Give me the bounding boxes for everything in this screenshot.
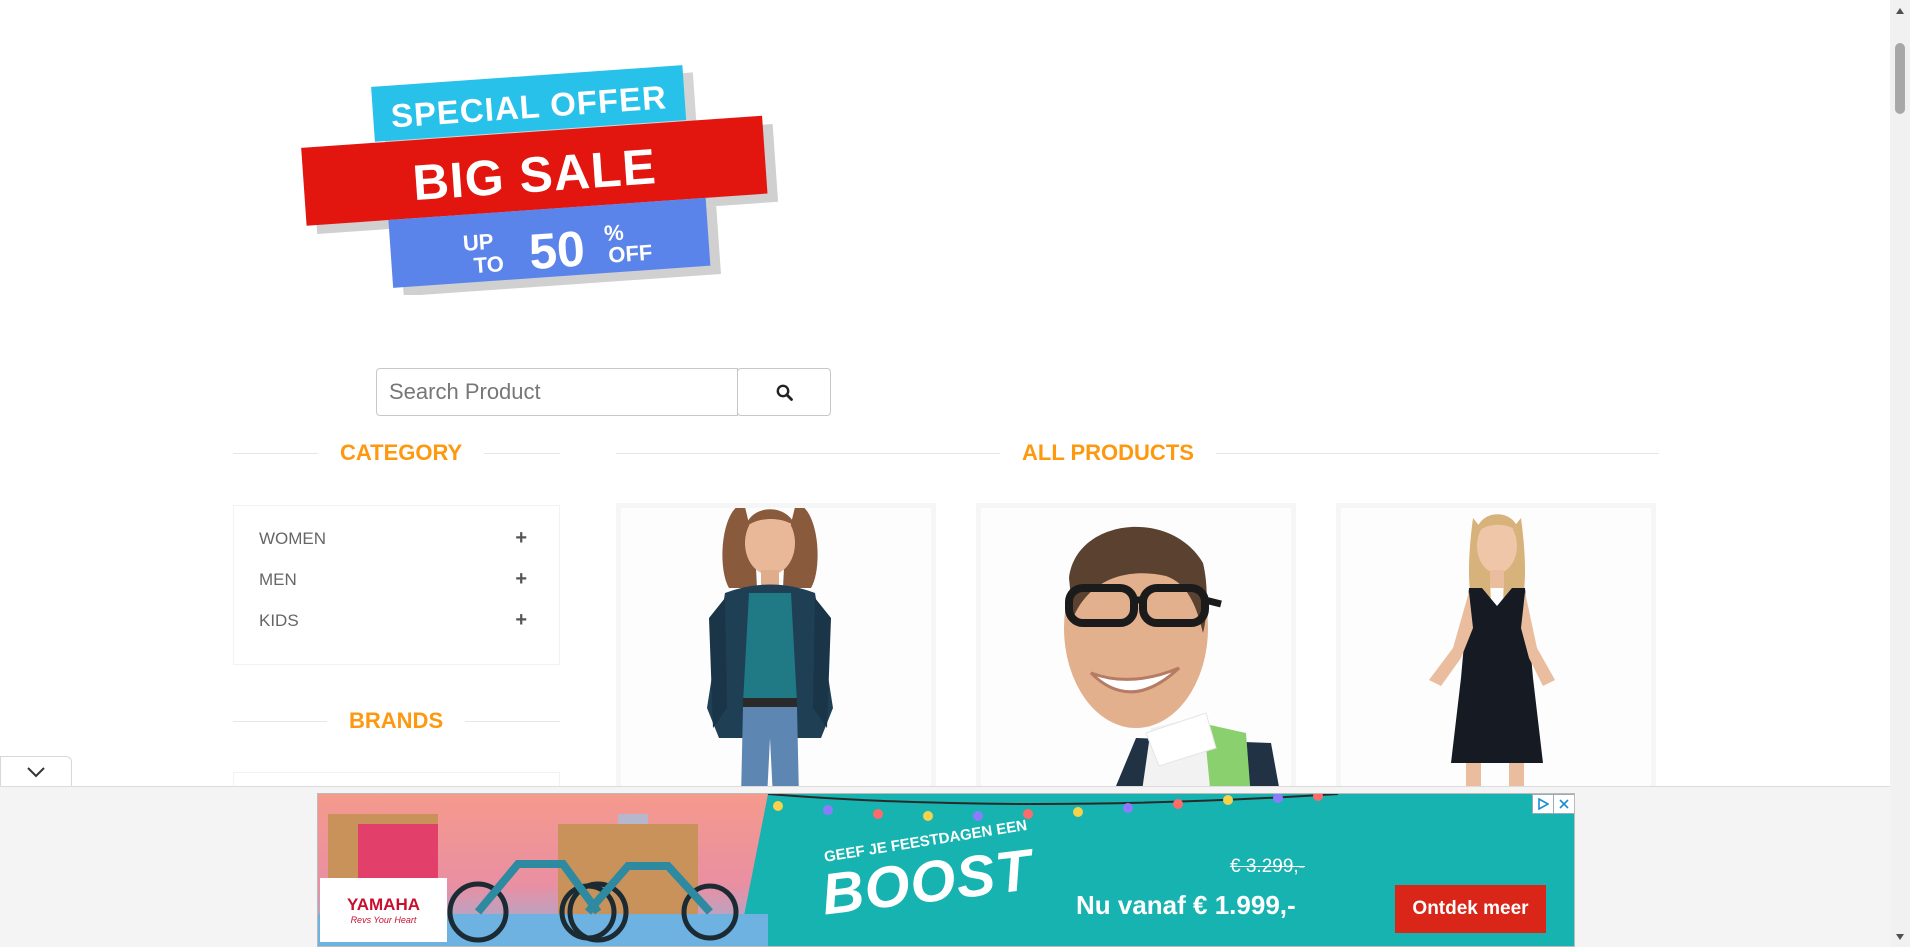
search-icon [776, 384, 793, 401]
plus-icon[interactable]: + [515, 527, 527, 550]
scroll-down-arrow[interactable] [1890, 928, 1910, 945]
banner-off: OFF [608, 240, 654, 268]
category-panel: WOMEN + MEN + KIDS + [233, 505, 560, 665]
category-item-men[interactable]: MEN + [234, 559, 559, 600]
search-bar [376, 368, 831, 416]
category-item-kids[interactable]: KIDS + [234, 600, 559, 641]
ad-cta-button[interactable]: Ontdek meer [1395, 885, 1546, 933]
category-title: CATEGORY [340, 440, 463, 465]
ad-strip: YAMAHA Revs Your Heart GEEF JE FEESTDAGE… [0, 786, 1890, 947]
product-image-smiling-man[interactable] [981, 508, 1291, 798]
ad-logo-box: YAMAHA Revs Your Heart [320, 878, 447, 942]
product-image-woman-cardigan[interactable] [621, 508, 931, 798]
chevron-down-icon [27, 766, 45, 777]
category-label: MEN [259, 569, 297, 589]
vertical-scrollbar[interactable] [1890, 0, 1910, 947]
adchoices-icon[interactable] [1532, 794, 1554, 814]
category-title-row: CATEGORY [233, 440, 560, 466]
products-title-row: ALL PRODUCTS [616, 440, 1659, 466]
banner-to: TO [473, 251, 505, 278]
ad-new-price: Nu vanaf € 1.999,- [1076, 890, 1296, 920]
scroll-thumb[interactable] [1895, 43, 1905, 114]
plus-icon[interactable]: + [515, 609, 527, 632]
category-item-women[interactable]: WOMEN + [234, 518, 559, 559]
brands-title-row: BRANDS [233, 708, 560, 734]
special-offer-banner: SPECIAL OFFER BIG SALE UP TO 50 % OFF [300, 65, 790, 297]
yamaha-logo: YAMAHA [346, 895, 421, 914]
product-image-woman-dress[interactable] [1341, 508, 1651, 798]
banner-percent: 50 [527, 220, 586, 280]
yamaha-tagline: Revs Your Heart [350, 915, 417, 925]
plus-icon[interactable]: + [515, 568, 527, 591]
search-input[interactable] [376, 368, 738, 416]
search-button[interactable] [737, 368, 831, 416]
page: SPECIAL OFFER BIG SALE UP TO 50 % OFF Se… [0, 0, 1890, 947]
advertisement[interactable]: YAMAHA Revs Your Heart GEEF JE FEESTDAGE… [317, 793, 1575, 947]
category-label: KIDS [259, 610, 299, 630]
close-icon[interactable] [1553, 794, 1574, 814]
product-card[interactable] [616, 503, 936, 803]
ad-old-price: € 3.299,- [1230, 856, 1305, 877]
collapse-ad-button[interactable] [0, 756, 72, 786]
product-card[interactable] [1336, 503, 1656, 803]
scroll-up-arrow[interactable] [1890, 2, 1910, 19]
brands-title: BRANDS [349, 708, 444, 733]
products-title: ALL PRODUCTS [1022, 440, 1194, 465]
category-label: WOMEN [259, 528, 327, 548]
product-card[interactable] [976, 503, 1296, 803]
